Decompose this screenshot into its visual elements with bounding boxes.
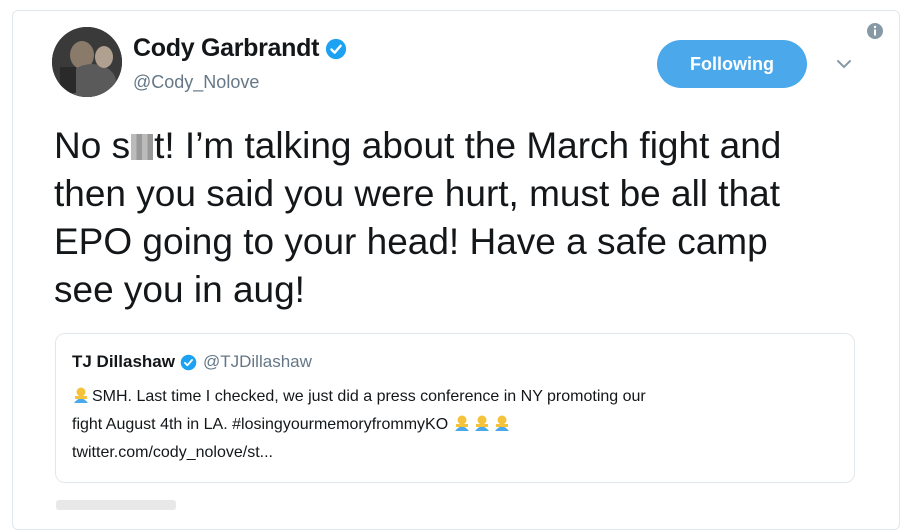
verified-badge-icon (180, 354, 197, 370)
info-icon[interactable] (866, 22, 884, 40)
person-emoji-icon (74, 387, 88, 403)
tweet-text-part1: No s (54, 125, 131, 166)
tweet-footer-fragment (56, 500, 176, 510)
quoted-author-name: TJ Dillashaw (72, 352, 175, 371)
quoted-tweet[interactable]: TJ Dillashaw @TJDillashaw SMH. Last time… (55, 333, 855, 483)
quoted-tweet-line-1: SMH. Last time I checked, we just did a … (72, 386, 646, 406)
quoted-tweet-line-2: fight August 4th in LA. #losingyourmemor… (72, 414, 513, 434)
person-emoji-icon (474, 415, 489, 431)
chevron-down-icon[interactable] (834, 56, 854, 72)
author-name-row: Cody Garbrandt (133, 34, 347, 63)
following-button[interactable]: Following (657, 40, 807, 88)
quoted-tweet-text-1: SMH. Last time I checked, we just did a … (92, 388, 646, 405)
quoted-tweet-link[interactable]: twitter.com/cody_nolove/st... (72, 444, 273, 462)
verified-badge-icon (326, 38, 347, 59)
avatar[interactable] (52, 27, 122, 97)
person-emoji-icon (494, 415, 509, 431)
author-handle[interactable]: @Cody_Nolove (133, 72, 259, 93)
author-name[interactable]: Cody Garbrandt (133, 34, 319, 63)
quoted-tweet-header: TJ Dillashaw @TJDillashaw (72, 352, 312, 372)
quoted-author-handle: @TJDillashaw (202, 352, 312, 371)
quoted-tweet-text-2: fight August 4th in LA. #losingyourmemor… (72, 416, 449, 433)
censor-pixelation (131, 134, 154, 160)
tweet-text-part2: t! I’m talking about the March fight and… (54, 125, 782, 310)
tweet-text: No s t! I’m talking about the March fight… (54, 122, 874, 314)
person-emoji-icon (454, 415, 469, 431)
